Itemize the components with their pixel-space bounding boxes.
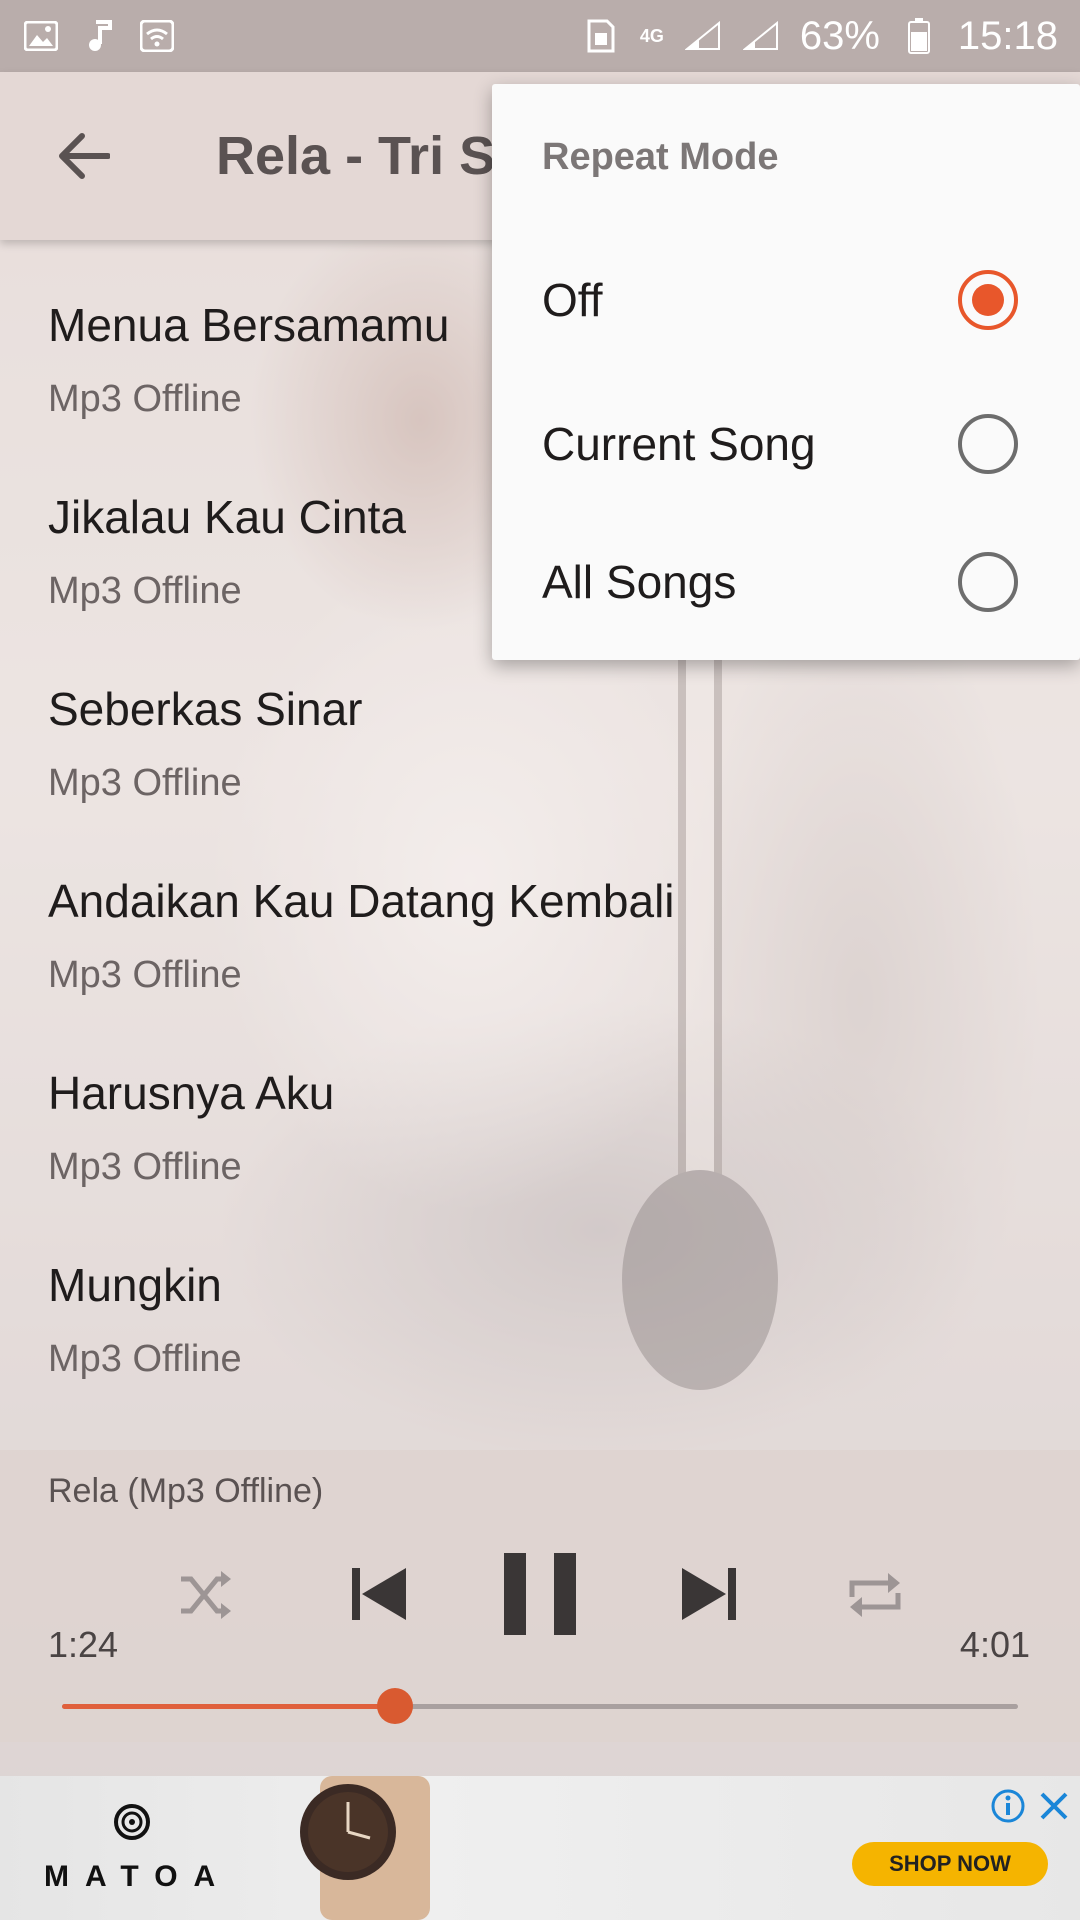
back-button[interactable]: [44, 116, 124, 196]
battery-icon: [900, 17, 938, 55]
status-bar: 4G 63% 15:18: [0, 0, 1080, 72]
song-list-item[interactable]: Mungkin Mp3 Offline: [0, 1200, 1080, 1392]
pause-button[interactable]: [492, 1546, 588, 1642]
signal-icon-2: [742, 17, 780, 55]
song-subtitle: Mp3 Offline: [48, 762, 242, 804]
skip-previous-icon: [352, 1568, 406, 1620]
shuffle-button[interactable]: [170, 1560, 240, 1630]
ad-brand: MATOA: [44, 1860, 232, 1893]
battery-percent: 63%: [799, 13, 880, 58]
song-subtitle: Mp3 Offline: [48, 954, 242, 996]
option-label: Off: [542, 274, 603, 326]
repeat-button[interactable]: [840, 1560, 910, 1630]
radio-button[interactable]: [958, 414, 1018, 474]
repeat-option-off[interactable]: Off: [492, 228, 1080, 372]
elapsed-time: 1:24: [48, 1624, 119, 1665]
song-subtitle: Mp3 Offline: [48, 1146, 242, 1188]
watch-image: [300, 1776, 430, 1920]
song-list-item[interactable]: Andaikan Kau Datang Kembali Mp3 Offline: [0, 816, 1080, 1008]
repeat-mode-menu: Repeat Mode Off Current Song All Songs: [492, 84, 1080, 660]
repeat-option-all-songs[interactable]: All Songs: [492, 516, 1080, 648]
page-title: Rela - Tri S: [216, 126, 496, 186]
skip-next-icon: [682, 1568, 736, 1620]
song-title: Harusnya Aku: [48, 1067, 335, 1119]
song-list-item[interactable]: Harusnya Aku Mp3 Offline: [0, 1008, 1080, 1200]
option-label: All Songs: [542, 556, 737, 608]
arrow-back-icon: [59, 133, 110, 179]
next-button[interactable]: [668, 1552, 752, 1636]
radio-dot: [972, 284, 1004, 316]
now-playing-label: Rela (Mp3 Offline): [48, 1472, 324, 1510]
song-title: Mungkin: [48, 1259, 222, 1311]
menu-title: Repeat Mode: [542, 136, 779, 178]
clock: 15:18: [957, 13, 1058, 58]
previous-button[interactable]: [336, 1552, 420, 1636]
seek-bar[interactable]: [62, 1688, 1018, 1724]
radio-button[interactable]: [958, 270, 1018, 330]
player-panel: Rela (Mp3 Offline) 1:24 4:01: [0, 1450, 1080, 1742]
info-icon[interactable]: [990, 1788, 1026, 1824]
signal-icon: [684, 17, 722, 55]
gallery-icon: [22, 17, 60, 55]
music-note-icon: [80, 17, 118, 55]
radio-button[interactable]: [958, 552, 1018, 612]
sim-card-icon: [582, 17, 620, 55]
wifi-icon: [138, 17, 176, 55]
seek-progress: [62, 1704, 395, 1709]
shop-now-button[interactable]: SHOP NOW: [852, 1842, 1048, 1886]
song-title: Seberkas Sinar: [48, 683, 363, 735]
pause-icon: [504, 1553, 576, 1635]
shuffle-icon: [181, 1571, 231, 1619]
option-label: Current Song: [542, 418, 816, 470]
song-subtitle: Mp3 Offline: [48, 1338, 242, 1380]
network-type: 4G: [639, 25, 664, 46]
seek-thumb[interactable]: [376, 1688, 413, 1724]
ad-banner[interactable]: MATOA SHOP NOW: [0, 1776, 1080, 1920]
close-icon[interactable]: [1036, 1788, 1072, 1824]
total-duration: 4:01: [959, 1624, 1030, 1665]
repeat-icon: [849, 1573, 901, 1617]
repeat-option-current-song[interactable]: Current Song: [492, 372, 1080, 516]
song-title: Andaikan Kau Datang Kembali: [48, 875, 675, 927]
